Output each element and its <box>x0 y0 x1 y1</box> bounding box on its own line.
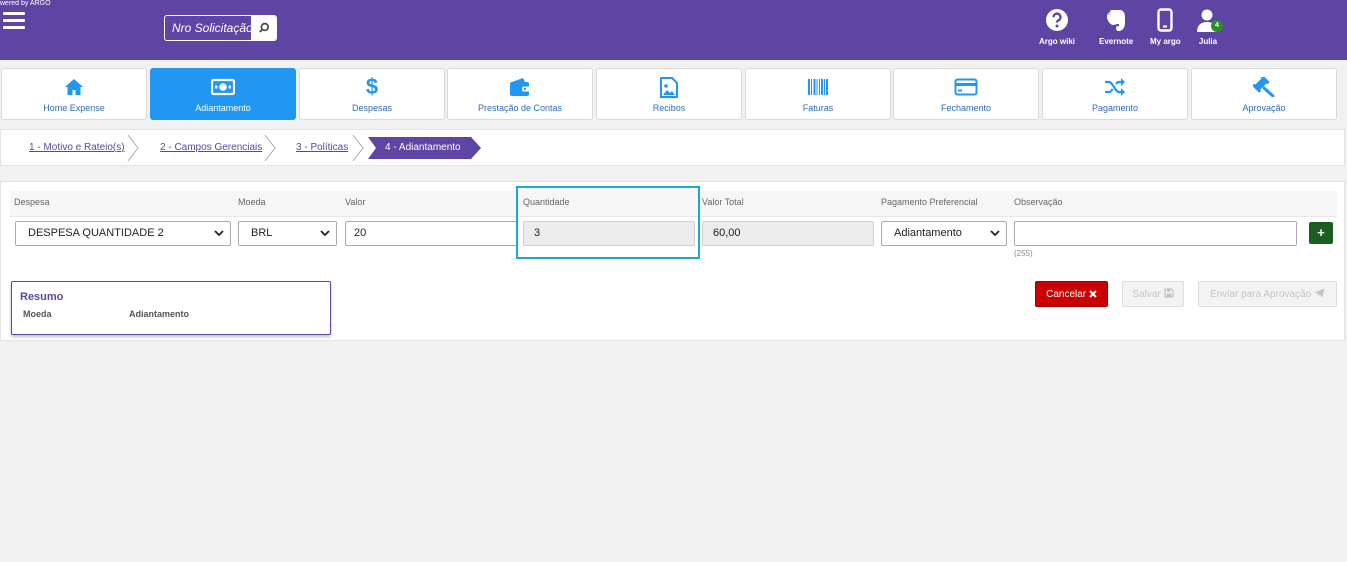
advance-form-panel: Despesa Moeda Valor Quantidade Valor Tot… <box>0 181 1345 341</box>
image-icon <box>660 76 678 98</box>
moeda-select[interactable]: BRL <box>238 221 337 246</box>
avatar: 4 <box>1196 8 1223 32</box>
tab-label: Fechamento <box>940 103 992 113</box>
floppy-disk-icon <box>1163 288 1174 298</box>
pagamento-preferencial-select[interactable]: Adiantamento <box>881 221 1007 246</box>
tab-despesas[interactable]: $ Despesas <box>299 68 445 120</box>
step-motivo-rateio[interactable]: 1 - Motivo e Rateio(s) <box>29 142 125 153</box>
tab-recibos[interactable]: Recibos <box>596 68 742 120</box>
notification-badge: 4 <box>1211 20 1223 32</box>
tab-label: Prestação de Contas <box>477 103 563 113</box>
search-input[interactable] <box>165 16 251 40</box>
chevron-right-icon <box>127 134 139 162</box>
cancel-button[interactable]: Cancelar <box>1035 281 1108 307</box>
chevron-right-icon <box>352 134 364 162</box>
tab-label: Despesas <box>351 103 393 113</box>
chevron-right-icon <box>264 134 276 162</box>
observacao-header: Observação <box>1014 197 1063 207</box>
cancel-label: Cancelar <box>1046 289 1087 300</box>
powered-by-text: wered by ARGO <box>0 0 51 7</box>
shuffle-icon <box>1105 78 1125 96</box>
tab-pagamento[interactable]: Pagamento <box>1042 68 1188 120</box>
money-icon <box>211 78 235 96</box>
question-icon <box>1046 9 1068 31</box>
credit-card-icon <box>954 78 978 96</box>
gavel-icon <box>1253 77 1275 97</box>
add-row-button[interactable]: + <box>1309 222 1333 244</box>
dollar-icon: $ <box>365 74 379 99</box>
valor-total-header: Valor Total <box>702 197 744 207</box>
despesa-header: Despesa <box>14 197 50 207</box>
moeda-header: Moeda <box>238 197 266 207</box>
send-for-approval-button[interactable]: Enviar para Aprovação <box>1198 281 1337 307</box>
valor-header: Valor <box>345 197 366 207</box>
search-button[interactable] <box>251 16 276 40</box>
tab-label: Faturas <box>802 103 834 113</box>
chevron-down-icon <box>320 230 330 237</box>
valor-input[interactable]: 20 <box>345 221 517 246</box>
save-button[interactable]: Salvar <box>1122 281 1184 307</box>
tab-label: Aprovação <box>1242 103 1286 113</box>
evernote-icon <box>1107 10 1126 31</box>
argo-wiki-link[interactable]: Argo wiki <box>1039 8 1075 46</box>
despesa-value: DESPESA QUANTIDADE 2 <box>28 227 164 239</box>
resumo-card: Resumo Moeda Adiantamento <box>11 281 331 335</box>
despesa-select[interactable]: DESPESA QUANTIDADE 2 <box>15 221 231 246</box>
quantidade-highlight-box <box>516 186 700 259</box>
top-bar: wered by ARGO Argo wiki Evernote My argo… <box>0 0 1347 60</box>
tab-label: Recibos <box>652 103 686 113</box>
chevron-down-icon <box>990 230 1000 237</box>
tab-aprovacao[interactable]: Aprovação <box>1191 68 1337 120</box>
evernote-link[interactable]: Evernote <box>1099 8 1133 46</box>
step-adiantamento-current: 4 - Adiantamento <box>368 137 481 159</box>
wallet-icon <box>510 78 530 96</box>
barcode-icon <box>808 79 828 95</box>
user-menu[interactable]: 4 Julia <box>1196 8 1223 46</box>
search-box <box>164 15 277 41</box>
argo-wiki-label: Argo wiki <box>1039 37 1076 46</box>
pagamento-value: Adiantamento <box>894 227 962 239</box>
valor-total-input: 60,00 <box>702 221 874 246</box>
user-name-label: Julia <box>1198 37 1218 46</box>
mobile-icon <box>1157 8 1174 32</box>
tab-label: Home Expense <box>43 103 105 113</box>
evernote-label: Evernote <box>1099 37 1134 46</box>
pagamento-preferencial-header: Pagamento Preferencial <box>881 197 978 207</box>
home-icon <box>65 79 83 95</box>
chevron-down-icon <box>214 230 224 237</box>
tab-label: Adiantamento <box>195 103 251 113</box>
tab-fechamento[interactable]: Fechamento <box>893 68 1039 120</box>
resumo-adiantamento-column: Adiantamento <box>129 309 190 319</box>
moeda-value: BRL <box>251 227 273 239</box>
close-icon <box>1089 289 1097 298</box>
send-label: Enviar para Aprovação <box>1210 289 1312 300</box>
tab-label: Pagamento <box>1091 103 1139 113</box>
tab-home-expense[interactable]: Home Expense <box>1 68 147 120</box>
step-politicas[interactable]: 3 - Políticas <box>296 142 348 153</box>
step-campos-gerenciais[interactable]: 2 - Campos Gerenciais <box>160 142 262 153</box>
module-tabs: Home Expense Adiantamento $ Despesas Pre… <box>0 67 1347 121</box>
tab-prestacao-de-contas[interactable]: Prestação de Contas <box>447 68 593 120</box>
breadcrumb: 1 - Motivo e Rateio(s) 2 - Campos Gerenc… <box>0 129 1345 166</box>
save-label: Salvar <box>1132 289 1161 300</box>
paper-plane-icon <box>1314 288 1325 298</box>
search-icon <box>258 22 269 33</box>
resumo-title: Resumo <box>20 291 64 303</box>
tab-adiantamento[interactable]: Adiantamento <box>150 68 296 120</box>
tab-faturas[interactable]: Faturas <box>745 68 891 120</box>
observacao-char-counter: (255) <box>1014 249 1033 258</box>
menu-icon[interactable] <box>3 12 25 31</box>
observacao-input[interactable] <box>1014 221 1297 246</box>
my-argo-link[interactable]: My argo <box>1150 8 1181 46</box>
resumo-moeda-column: Moeda <box>23 309 52 319</box>
my-argo-label: My argo <box>1150 37 1181 46</box>
